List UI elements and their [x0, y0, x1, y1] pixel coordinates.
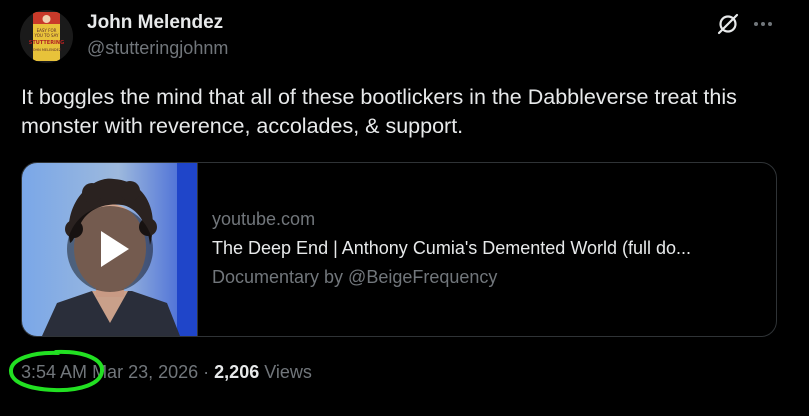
tweet-meta: 3:54 AM Mar 23, 2026 · 2,206 Views	[21, 362, 312, 383]
card-title: The Deep End | Anthony Cumia's Demented …	[212, 238, 692, 258]
avatar-line-4: JOHN MELENDEZ	[31, 48, 62, 52]
video-thumbnail[interactable]	[22, 163, 198, 336]
link-card[interactable]: youtube.com The Deep End | Anthony Cumia…	[21, 162, 777, 337]
avatar-line-3: STUTTERING	[29, 40, 64, 46]
avatar[interactable]: EASY FOR YOU TO SAY STUTTERING JOHN MELE…	[20, 10, 73, 63]
views-count[interactable]: 2,206	[214, 362, 259, 382]
grok-icon[interactable]	[715, 11, 741, 37]
tweet-time[interactable]: 3:54 AM	[21, 362, 87, 382]
tweet-date[interactable]: Mar 23, 2026	[92, 362, 198, 382]
avatar-line-2: YOU TO SAY	[34, 33, 59, 38]
play-icon	[101, 231, 129, 267]
card-description: Documentary by @BeigeFrequency	[212, 267, 498, 287]
author-display-name[interactable]: John Melendez	[87, 12, 223, 34]
book-cover-avatar-icon: EASY FOR YOU TO SAY STUTTERING JOHN MELE…	[20, 10, 73, 63]
more-horizontal-icon[interactable]	[751, 12, 775, 36]
author-handle[interactable]: @stutteringjohnm	[87, 38, 228, 59]
card-domain: youtube.com	[212, 209, 316, 229]
views-label: Views	[264, 362, 312, 382]
tweet-text: It boggles the mind that all of these bo…	[21, 85, 737, 138]
play-button[interactable]	[67, 206, 153, 292]
meta-separator: ·	[203, 362, 210, 382]
